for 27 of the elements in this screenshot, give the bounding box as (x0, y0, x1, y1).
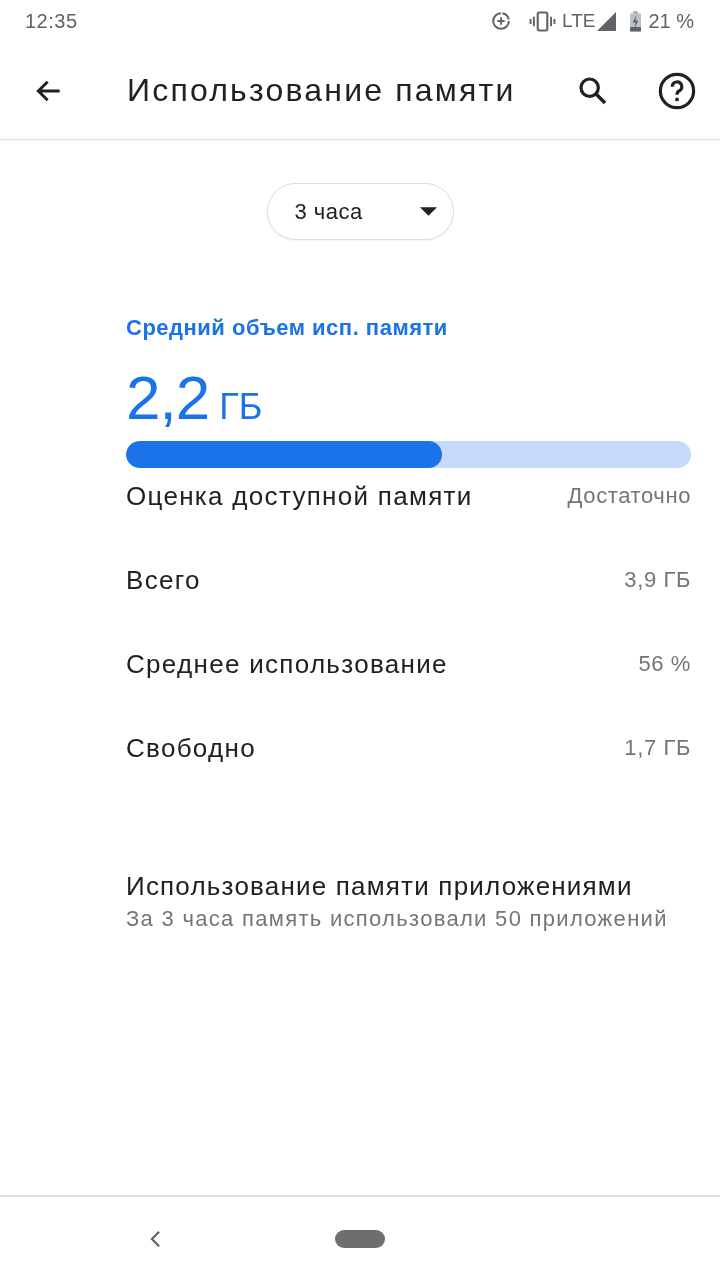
period-dropdown[interactable]: 3 часа (266, 183, 454, 240)
memory-unit: ГБ (219, 386, 263, 428)
dropdown-caret-icon (419, 207, 437, 216)
stat-label: Свободно (126, 732, 256, 764)
vibrate-icon (528, 10, 556, 32)
average-memory-value: 2,2 (126, 367, 210, 429)
stat-value: 3,9 ГБ (624, 567, 691, 593)
nav-back-icon[interactable] (150, 1229, 161, 1248)
stat-value: Достаточно (567, 483, 691, 509)
summary-label: Средний объем исп. памяти (126, 314, 449, 342)
search-icon (577, 74, 609, 107)
screen-title: Использование памяти (127, 72, 517, 109)
stat-value: 56 % (638, 651, 691, 677)
stat-label: Всего (126, 564, 201, 596)
home-pill-icon[interactable] (335, 1229, 385, 1248)
stat-label: Среднее использование (126, 648, 448, 680)
network-type: LTE (561, 10, 596, 32)
status-time: 12:35 (25, 9, 78, 33)
data-saver-icon (489, 10, 512, 32)
signal-icon (597, 11, 617, 31)
stat-label: Оценка доступной памяти (126, 480, 473, 512)
stat-value: 1,7 ГБ (624, 735, 691, 761)
help-icon (658, 71, 696, 110)
app-usage-summary: За 3 часа память использовали 50 приложений (126, 905, 668, 933)
battery-percent: 21 % (648, 9, 694, 33)
battery-charging-icon (630, 10, 642, 32)
app-usage-title[interactable]: Использование памяти приложениями (126, 870, 633, 902)
